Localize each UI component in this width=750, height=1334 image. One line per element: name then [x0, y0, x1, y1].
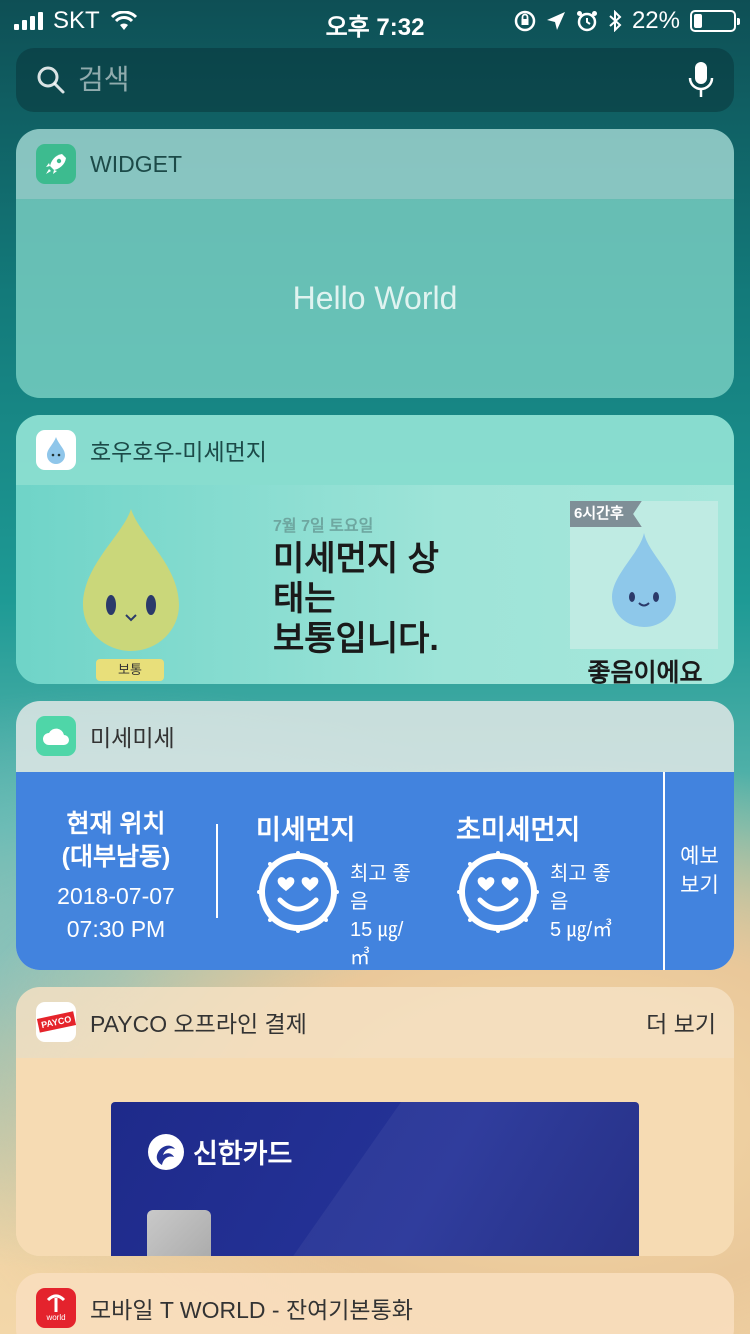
payco-app-icon: PAYCO: [36, 1002, 76, 1042]
credit-card[interactable]: 신한카드: [111, 1102, 639, 1256]
status-line-1: 미세먼지 상: [273, 540, 439, 578]
microphone-icon[interactable]: [688, 60, 714, 100]
widget-title: PAYCO 오프라인 결제: [90, 1011, 307, 1037]
forecast-card: 6시간후: [570, 501, 718, 649]
location-name: (대부남동): [61, 843, 171, 871]
card-brand-name: 신한카드: [193, 1139, 293, 1169]
widget-header: PAYCO PAYCO 오프라인 결제 더 보기: [16, 987, 734, 1057]
widget-title: WIDGET: [90, 150, 182, 177]
widget-header: 호우호우-미세먼지: [16, 415, 734, 485]
shinhan-logo-icon: [148, 1133, 184, 1170]
rotation-lock-icon: [514, 10, 536, 32]
status-line-3: 보통입니다.: [273, 620, 439, 658]
pm10-grade: 최고 좋음: [350, 863, 411, 913]
t-logo-icon: [46, 1294, 66, 1312]
smile-heart-eyes-icon: [257, 851, 339, 933]
widget-title: 모바일 T WORLD - 잔여기본통화: [90, 1297, 413, 1323]
water-drop-app-icon: [36, 430, 76, 470]
date-label: 7월 7일 토요일: [273, 518, 374, 535]
widget-header: 미세미세: [16, 701, 734, 771]
pm25-block: 초미세먼지 최고 좋음 5 ㎍/㎥: [418, 772, 618, 970]
alarm-icon: [576, 11, 597, 32]
payco-icon-text: PAYCO: [36, 1011, 76, 1033]
date-label: 2018-07-07: [57, 883, 175, 909]
widget-tworld[interactable]: world 모바일 T WORLD - 잔여기본통화: [16, 1273, 734, 1334]
battery-level: [694, 14, 703, 28]
forecast-button[interactable]: 예보 보기: [663, 772, 734, 970]
card-chip: [147, 1210, 211, 1256]
forecast-line-2: 보기: [680, 874, 719, 897]
bluetooth-icon: [609, 10, 622, 32]
pm10-name: 미세먼지: [256, 815, 356, 845]
mascot-normal-icon: [83, 509, 179, 651]
pm25-grade: 최고 좋음: [550, 863, 611, 913]
tworld-icon-text: world: [46, 1313, 66, 1322]
widget-misemise[interactable]: 미세미세 현재 위치 (대부남동) 2018-07-07 07:30 PM 미세…: [16, 701, 734, 970]
rocket-icon: [36, 144, 76, 184]
forecast-tag: 6시간후: [570, 501, 642, 527]
forecast-status: 좋음이에요: [587, 659, 703, 684]
widget-fine-dust-howho[interactable]: 호우호우-미세먼지 보통 7월 7일 토요일 미세먼지 상 태는 보통입니다. …: [16, 415, 734, 684]
location-arrow-icon: [546, 12, 565, 30]
more-link[interactable]: 더 보기: [646, 1005, 734, 1039]
widget-title: 호우호우-미세먼지: [90, 439, 267, 465]
search-input[interactable]: [78, 64, 688, 96]
widget-header: world 모바일 T WORLD - 잔여기본통화: [16, 1273, 734, 1334]
smile-heart-eyes-icon: [457, 851, 539, 933]
search-bar[interactable]: [16, 48, 734, 112]
pm10-block: 미세먼지 최고 좋음 15 ㎍/㎥: [218, 772, 418, 970]
battery-percent: 22%: [631, 7, 680, 34]
search-icon: [37, 66, 65, 94]
time-label: 07:30 PM: [66, 916, 166, 942]
mascot-good-icon: [612, 533, 676, 627]
status-message: 미세먼지 상 태는 보통입니다.: [273, 539, 439, 659]
status-line-2: 태는: [273, 580, 336, 618]
status-bar: SKT 오후 7:32 22%: [0, 0, 750, 41]
pm25-value: 5 ㎍/㎥: [550, 919, 613, 941]
pm10-value: 15 ㎍/㎥: [350, 919, 404, 969]
location-label: 현재 위치: [66, 810, 166, 838]
location-block: 현재 위치 (대부남동) 2018-07-07 07:30 PM: [16, 772, 216, 970]
forecast-line-1: 예보: [680, 845, 719, 868]
cloud-icon: [36, 716, 76, 756]
tworld-app-icon: world: [36, 1288, 76, 1328]
widget-body-text: Hello World: [16, 199, 734, 398]
widget-payco[interactable]: PAYCO PAYCO 오프라인 결제 더 보기 신한카드: [16, 987, 734, 1256]
mascot-label: 보통: [96, 659, 164, 681]
pm25-name: 초미세먼지: [456, 815, 581, 845]
widget-title: 미세미세: [90, 725, 175, 751]
widget-hello[interactable]: WIDGET Hello World: [16, 129, 734, 398]
battery-icon: [690, 10, 740, 32]
widget-header: WIDGET: [16, 129, 734, 199]
